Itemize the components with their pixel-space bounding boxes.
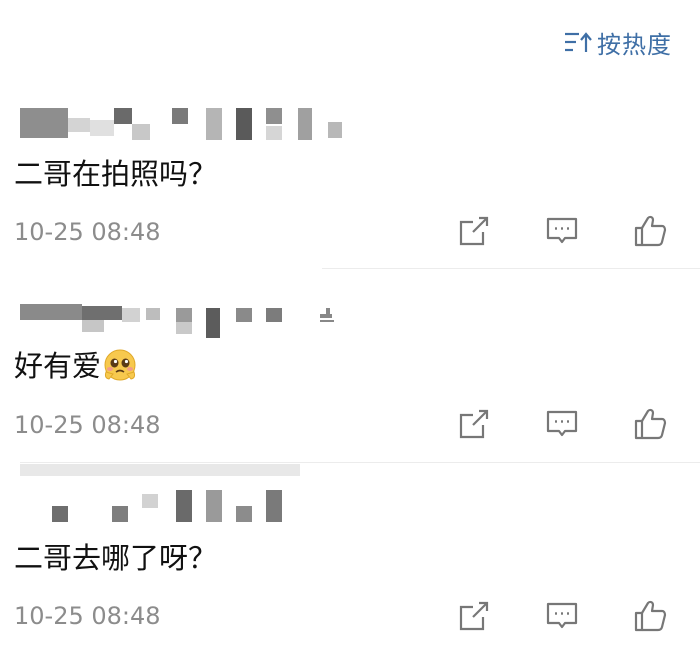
like-button[interactable]: [630, 596, 670, 636]
like-button[interactable]: [630, 211, 670, 251]
like-icon: [634, 600, 667, 632]
comment-text: 好有爱: [14, 346, 137, 386]
comment-item: 好有爱 10-25 08:48: [0, 270, 700, 462]
reply-button[interactable]: [542, 211, 582, 251]
username-pixelated: [20, 304, 360, 338]
comment-actions: [454, 596, 670, 636]
divider: [322, 268, 700, 269]
comment-text: 二哥在拍照吗？: [14, 157, 218, 191]
pleading-face-emoji: [104, 349, 136, 381]
reply-icon: [546, 217, 578, 244]
share-icon: [459, 601, 489, 631]
like-icon: [634, 408, 667, 440]
share-icon: [459, 409, 489, 439]
reply-button[interactable]: [542, 596, 582, 636]
comment-text: 二哥去哪了呀？: [14, 541, 218, 575]
reply-icon: [546, 602, 578, 629]
reply-button[interactable]: [542, 404, 582, 444]
comment-item: 二哥在拍照吗？ 10-25 08:48: [0, 0, 700, 268]
share-button[interactable]: [454, 404, 494, 444]
share-icon: [459, 216, 489, 246]
username-pixelated: [20, 464, 360, 522]
comment-actions: [454, 404, 670, 444]
comment-actions: [454, 211, 670, 251]
divider: [20, 462, 700, 463]
like-icon: [634, 215, 667, 247]
comment-text-content: 好有爱: [14, 349, 102, 383]
comment-item: 二哥去哪了呀？ 10-25 08:48: [0, 464, 700, 646]
comment-timestamp: 10-25 08:48: [14, 602, 161, 630]
share-button[interactable]: [454, 211, 494, 251]
username-pixelated: [20, 108, 360, 142]
like-button[interactable]: [630, 404, 670, 444]
reply-icon: [546, 410, 578, 437]
comment-timestamp: 10-25 08:48: [14, 411, 161, 439]
comment-timestamp: 10-25 08:48: [14, 218, 161, 246]
share-button[interactable]: [454, 596, 494, 636]
